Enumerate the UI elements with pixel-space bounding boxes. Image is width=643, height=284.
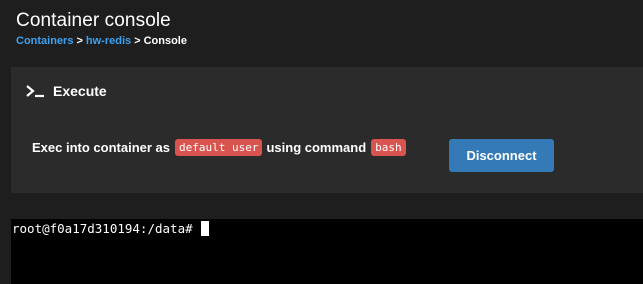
user-badge: default user — [175, 139, 263, 156]
execute-panel-header: Execute — [25, 83, 107, 99]
command-badge: bash — [371, 139, 406, 156]
terminal-prompt-line: root@f0a17d310194:/data# — [12, 221, 209, 236]
page-title: Container console — [16, 10, 171, 31]
disconnect-button[interactable]: Disconnect — [449, 139, 554, 172]
execute-panel-title: Execute — [53, 83, 107, 99]
exec-text-prefix: Exec into container as — [32, 140, 170, 155]
breadcrumb-separator: > — [134, 35, 141, 47]
breadcrumb-containers-link[interactable]: Containers — [16, 35, 73, 47]
exec-info-row: Exec into container as default user usin… — [32, 139, 410, 156]
terminal-prompt-icon — [26, 85, 44, 98]
breadcrumb-container-link[interactable]: hw-redis — [86, 35, 131, 47]
terminal-window[interactable]: root@f0a17d310194:/data# — [11, 219, 643, 284]
execute-panel: Execute Exec into container as default u… — [11, 67, 643, 193]
terminal-cursor — [200, 221, 209, 236]
container-console-page: Container console Containers > hw-redis … — [0, 0, 643, 284]
breadcrumb-separator: > — [76, 35, 83, 47]
terminal-prompt: root@f0a17d310194:/data# — [12, 221, 193, 236]
breadcrumb: Containers > hw-redis > Console — [16, 35, 187, 47]
breadcrumb-current: Console — [143, 35, 187, 47]
exec-text-middle: using command — [266, 140, 367, 155]
